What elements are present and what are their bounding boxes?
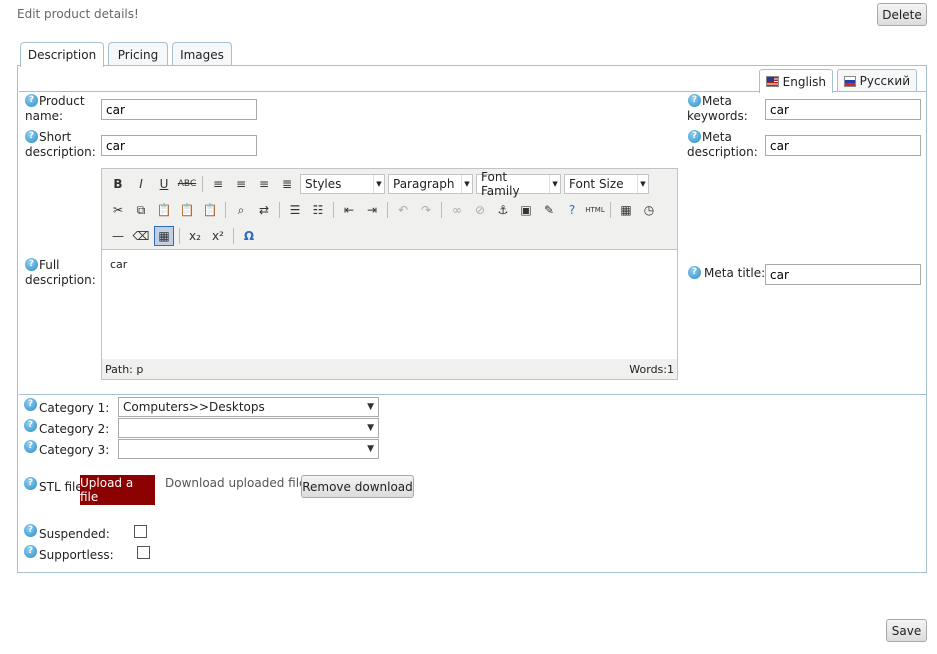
help-icon[interactable]: ? <box>24 524 37 537</box>
category-2-label: Category 2: <box>39 422 110 436</box>
tab-description[interactable]: Description <box>20 42 104 67</box>
lang-tab-label: English <box>782 74 826 89</box>
styles-dropdown[interactable]: Styles ▼ <box>300 174 385 194</box>
meta-keywords-label: Meta keywords: <box>687 94 748 123</box>
align-justify-icon[interactable]: ≣ <box>277 174 297 194</box>
meta-description-label: Meta description: <box>687 130 758 159</box>
replace-icon[interactable]: ⇄ <box>254 200 274 220</box>
strikethrough-icon[interactable]: ABC <box>177 174 197 194</box>
undo-icon[interactable]: ↶ <box>393 200 413 220</box>
supportless-checkbox[interactable] <box>137 546 150 559</box>
product-name-input[interactable] <box>101 99 257 120</box>
lang-tab-russian[interactable]: Русский <box>837 69 917 92</box>
meta-title-label: Meta title: <box>704 266 766 280</box>
category-2-select[interactable]: ▼ <box>118 418 379 438</box>
chevron-down-icon: ▼ <box>637 175 648 193</box>
chevron-down-icon: ▼ <box>367 402 374 412</box>
image-icon[interactable]: ▣ <box>516 200 536 220</box>
italic-icon[interactable]: I <box>131 174 151 194</box>
insert-time-icon[interactable]: ◷ <box>639 200 659 220</box>
copy-icon[interactable]: ⧉ <box>131 200 151 220</box>
tab-images[interactable]: Images <box>172 42 232 66</box>
short-description-label: Short description: <box>25 130 96 159</box>
category-1-label: Category 1: <box>39 401 110 415</box>
subscript-icon[interactable]: x₂ <box>185 226 205 246</box>
align-center-icon[interactable]: ≡ <box>231 174 251 194</box>
suspended-label: Suspended: <box>39 527 110 541</box>
font-family-dropdown[interactable]: Font Family ▼ <box>476 170 561 198</box>
align-left-icon[interactable]: ≡ <box>208 174 228 194</box>
help-icon[interactable]: ? <box>562 200 582 220</box>
visual-aid-icon[interactable]: ▦ <box>154 226 174 246</box>
html-icon[interactable]: HTML <box>585 200 605 220</box>
bullet-list-icon[interactable]: ☰ <box>285 200 305 220</box>
suspended-checkbox[interactable] <box>134 525 147 538</box>
lang-tab-english[interactable]: English <box>759 69 833 93</box>
anchor-icon[interactable]: ⚓ <box>493 200 513 220</box>
category-3-label: Category 3: <box>39 443 110 457</box>
save-button[interactable]: Save <box>886 619 927 642</box>
editor-toolbar-row-3: — ⌫ ▦ x₂ x² Ω <box>108 225 259 247</box>
editor-content[interactable]: car <box>102 249 677 359</box>
meta-description-input[interactable] <box>765 135 921 156</box>
meta-title-input[interactable] <box>765 264 921 285</box>
full-description-label: Full description: <box>25 258 96 287</box>
help-icon[interactable]: ? <box>24 440 37 453</box>
product-name-label: Product name: <box>25 94 85 123</box>
format-dropdown[interactable]: Paragraph ▼ <box>388 174 473 194</box>
unlink-icon[interactable]: ⊘ <box>470 200 490 220</box>
editor-word-count: Words:1 <box>629 362 674 376</box>
cut-icon[interactable]: ✂ <box>108 200 128 220</box>
paste-word-icon[interactable]: 📋 <box>200 200 220 220</box>
align-right-icon[interactable]: ≡ <box>254 174 274 194</box>
help-icon[interactable]: ? <box>24 477 37 490</box>
help-icon[interactable]: ? <box>24 545 37 558</box>
rich-text-editor: B I U ABC ≡ ≡ ≡ ≣ Styles ▼ Paragraph ▼ Fon… <box>101 168 678 380</box>
download-uploaded-file-link[interactable]: Download uploaded file <box>165 476 306 491</box>
editor-toolbar-row-1: B I U ABC ≡ ≡ ≡ ≣ Styles ▼ Paragraph ▼ Fon… <box>108 170 649 198</box>
remove-download-button[interactable]: Remove download <box>301 475 414 498</box>
upload-file-button[interactable]: Upload a file <box>80 475 155 505</box>
chevron-down-icon: ▼ <box>367 423 374 433</box>
paste-icon[interactable]: 📋 <box>154 200 174 220</box>
page-heading: Edit product details! <box>17 7 139 21</box>
indent-icon[interactable]: ⇥ <box>362 200 382 220</box>
special-char-icon[interactable]: Ω <box>239 226 259 246</box>
cleanup-icon[interactable]: ✎ <box>539 200 559 220</box>
superscript-icon[interactable]: x² <box>208 226 228 246</box>
delete-button[interactable]: Delete <box>877 3 927 26</box>
find-icon[interactable]: ⌕ <box>231 200 251 220</box>
chevron-down-icon: ▼ <box>367 444 374 454</box>
tab-pricing[interactable]: Pricing <box>108 42 168 66</box>
paste-text-icon[interactable]: 📋 <box>177 200 197 220</box>
editor-statusbar: Path: p Words:1 <box>102 359 677 379</box>
editor-toolbar-row-2: ✂ ⧉ 📋 📋 📋 ⌕ ⇄ ☰ ☷ ⇤ ⇥ ↶ ↷ ∞ ⊘ ⚓ ▣ ✎ ? HT… <box>108 199 659 221</box>
numbered-list-icon[interactable]: ☷ <box>308 200 328 220</box>
redo-icon[interactable]: ↷ <box>416 200 436 220</box>
editor-path: Path: p <box>105 362 144 376</box>
lang-tab-label: Русский <box>859 74 910 88</box>
chevron-down-icon: ▼ <box>461 175 472 193</box>
insert-date-icon[interactable]: ▦ <box>616 200 636 220</box>
category-1-select[interactable]: Computers>>Desktops ▼ <box>118 397 379 417</box>
link-icon[interactable]: ∞ <box>447 200 467 220</box>
category-3-select[interactable]: ▼ <box>118 439 379 459</box>
us-flag-icon <box>766 76 779 87</box>
help-icon[interactable]: ? <box>688 266 701 279</box>
meta-keywords-input[interactable] <box>765 99 921 120</box>
bold-icon[interactable]: B <box>108 174 128 194</box>
help-icon[interactable]: ? <box>24 419 37 432</box>
chevron-down-icon: ▼ <box>549 175 560 193</box>
ru-flag-icon <box>844 75 856 87</box>
horizontal-rule-icon[interactable]: — <box>108 226 128 246</box>
font-size-dropdown[interactable]: Font Size ▼ <box>564 174 649 194</box>
supportless-label: Supportless: <box>39 548 114 562</box>
remove-format-icon[interactable]: ⌫ <box>131 226 151 246</box>
help-icon[interactable]: ? <box>24 398 37 411</box>
short-description-input[interactable] <box>101 135 257 156</box>
outdent-icon[interactable]: ⇤ <box>339 200 359 220</box>
underline-icon[interactable]: U <box>154 174 174 194</box>
chevron-down-icon: ▼ <box>373 175 384 193</box>
